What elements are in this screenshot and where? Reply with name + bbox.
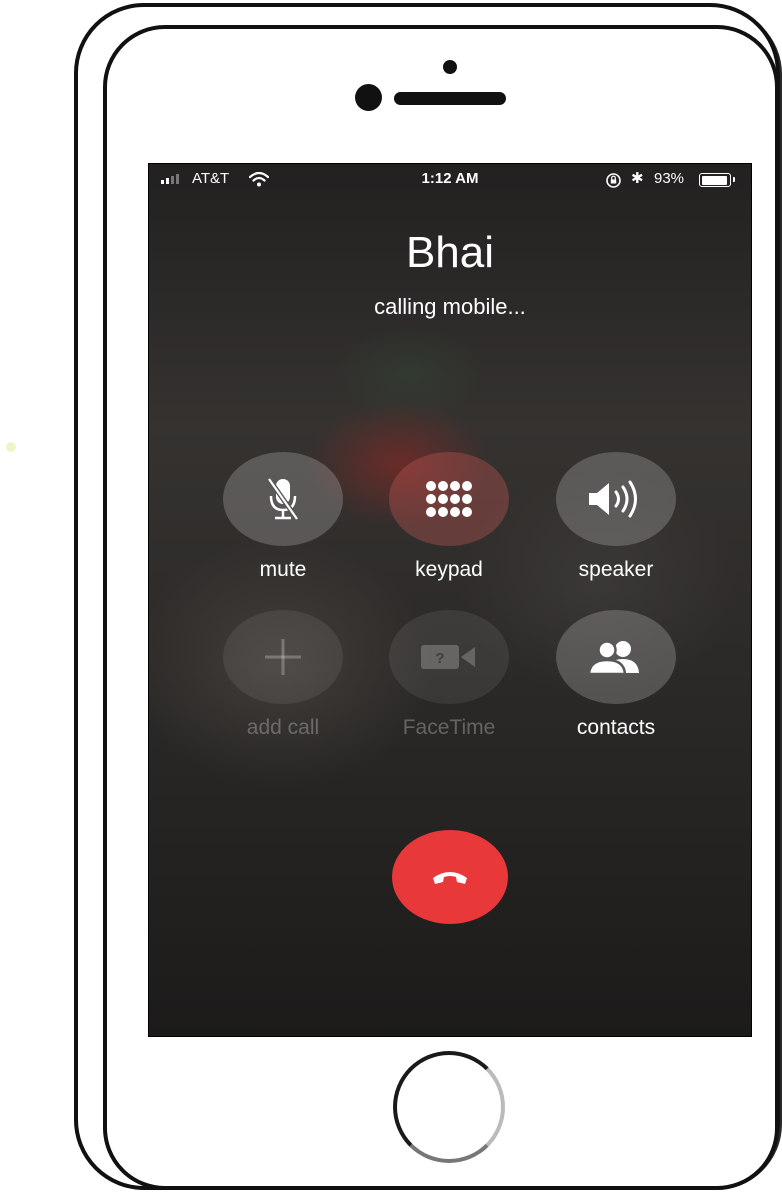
end-call-button[interactable] (392, 830, 508, 924)
facetime-label: FaceTime (402, 716, 496, 739)
battery-percent: 93% (654, 170, 685, 187)
keypad-label: keypad (415, 558, 483, 581)
speaker-button[interactable]: speaker (556, 452, 676, 582)
add-call-button[interactable]: add call (223, 610, 343, 740)
proximity-sensor (443, 60, 457, 74)
speaker-label: speaker (578, 558, 654, 581)
front-camera (355, 84, 382, 111)
keypad-icon (426, 481, 472, 517)
svg-text:?: ? (435, 650, 444, 667)
call-screen: AT&T 1:12 AM ✱ 93% Bhai calling mobile..… (148, 163, 752, 1037)
rotation-lock-icon (606, 173, 621, 188)
earpiece-speaker (394, 92, 506, 105)
hang-up-icon (433, 872, 467, 884)
plus-icon (265, 639, 301, 675)
add-call-label: add call (246, 716, 320, 739)
contacts-icon (587, 640, 639, 675)
mic-off-icon (266, 477, 300, 521)
status-bar: AT&T 1:12 AM ✱ 93% (149, 164, 751, 198)
video-camera-icon: ? (421, 645, 475, 669)
facetime-button[interactable]: ? FaceTime (389, 610, 509, 740)
speaker-icon (589, 480, 637, 518)
battery-icon (699, 173, 735, 187)
mute-button[interactable]: mute (223, 452, 343, 582)
home-button[interactable] (393, 1051, 505, 1163)
keypad-button[interactable]: keypad (389, 452, 509, 582)
call-status: calling mobile... (374, 294, 526, 319)
caller-name: Bhai (405, 228, 495, 277)
decorative-dot (6, 442, 16, 452)
mute-label: mute (259, 558, 307, 581)
contacts-label: contacts (576, 716, 656, 739)
contacts-button[interactable]: contacts (556, 610, 676, 740)
bluetooth-icon: ✱ (631, 170, 644, 187)
